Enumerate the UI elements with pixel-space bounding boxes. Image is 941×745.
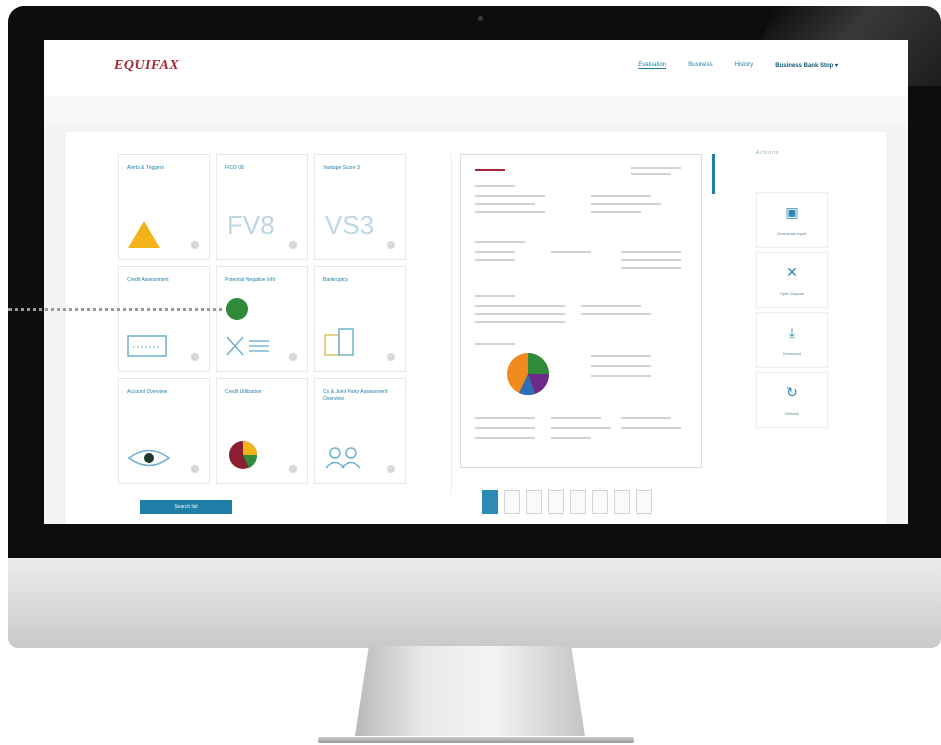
tile-negative-info[interactable]: Potential Negative Info bbox=[216, 266, 308, 372]
tile-title: Co & Joint Party Assessment Overview bbox=[323, 389, 388, 402]
tile-credit-utilization[interactable]: Credit Utilization bbox=[216, 378, 308, 484]
eye-icon bbox=[127, 449, 171, 467]
tile-alerts-triggers[interactable]: Alerts & Triggers bbox=[118, 154, 210, 260]
page-thumb[interactable] bbox=[614, 490, 630, 514]
info-icon[interactable] bbox=[191, 241, 199, 249]
info-icon[interactable] bbox=[191, 465, 199, 473]
tile-title: Credit Assessment bbox=[127, 277, 169, 283]
panel-divider bbox=[451, 154, 452, 494]
cross-icon: ✕ bbox=[786, 264, 798, 280]
top-nav: Evaluation Business History Business Ban… bbox=[638, 62, 838, 69]
user-menu[interactable]: Business Bank Stop ▾ bbox=[775, 62, 838, 69]
action-download-report[interactable]: ▣ Download report bbox=[756, 192, 828, 248]
nav-evaluation[interactable]: Evaluation bbox=[638, 62, 667, 69]
score-code: FV8 bbox=[227, 210, 275, 240]
people-icon bbox=[325, 447, 361, 469]
report-pie-chart bbox=[507, 353, 550, 396]
info-icon[interactable] bbox=[289, 241, 297, 249]
download-icon: ⤓ bbox=[788, 324, 796, 340]
tile-account-overview[interactable]: Account Overview bbox=[118, 378, 210, 484]
callout-dot bbox=[226, 298, 248, 320]
refresh-icon: ↻ bbox=[786, 384, 798, 400]
search-button[interactable]: Search list bbox=[140, 500, 232, 514]
tile-joint-party[interactable]: Co & Joint Party Assessment Overview bbox=[314, 378, 406, 484]
page-thumb[interactable] bbox=[526, 490, 542, 514]
tile-title: Account Overview bbox=[127, 389, 168, 395]
info-icon[interactable] bbox=[387, 241, 395, 249]
top-bar: EQUIFAX Evaluation Business History Busi… bbox=[44, 40, 908, 97]
action-label: Download report bbox=[777, 231, 807, 236]
action-label: Open Dispute bbox=[779, 291, 805, 296]
score-code: VS3 bbox=[325, 210, 375, 240]
page-thumb[interactable] bbox=[504, 490, 520, 514]
page-thumb[interactable] bbox=[548, 490, 564, 514]
info-icon[interactable] bbox=[289, 353, 297, 361]
pie-chart-icon bbox=[229, 441, 258, 469]
tile-credit-assessment[interactable]: Credit Assessment bbox=[118, 266, 210, 372]
building-icon bbox=[324, 328, 354, 356]
sub-bar bbox=[44, 96, 908, 126]
checkbook-icon bbox=[127, 335, 167, 357]
info-icon[interactable] bbox=[289, 465, 297, 473]
monitor-chin bbox=[8, 558, 941, 648]
nav-business[interactable]: Business bbox=[688, 62, 712, 69]
monitor: EQUIFAX Evaluation Business History Busi… bbox=[8, 6, 941, 648]
page-thumb[interactable] bbox=[592, 490, 608, 514]
monitor-foot bbox=[318, 737, 634, 743]
info-icon[interactable] bbox=[387, 353, 395, 361]
camera-icon bbox=[478, 16, 483, 21]
action-download[interactable]: ⤓ Download bbox=[756, 312, 828, 368]
page-thumb[interactable] bbox=[482, 490, 498, 514]
action-label: Refresh bbox=[784, 411, 799, 416]
tile-fico[interactable]: FICO 08 FV8 bbox=[216, 154, 308, 260]
tile-title: Vantage Score 3 bbox=[323, 165, 360, 171]
tile-title: Potential Negative Info bbox=[225, 277, 276, 283]
info-icon[interactable] bbox=[387, 465, 395, 473]
page-thumb[interactable] bbox=[570, 490, 586, 514]
nav-history[interactable]: History bbox=[735, 62, 754, 69]
actions-title: Actions bbox=[756, 150, 780, 156]
tile-bankruptcy[interactable]: Bankruptcy bbox=[314, 266, 406, 372]
action-label: Download bbox=[783, 351, 801, 356]
tile-title: Alerts & Triggers bbox=[127, 165, 164, 171]
monitor-bezel: EQUIFAX Evaluation Business History Busi… bbox=[8, 6, 941, 558]
action-open-dispute[interactable]: ✕ Open Dispute bbox=[756, 252, 828, 308]
file-icon: ▣ bbox=[785, 204, 799, 220]
tile-vantage[interactable]: Vantage Score 3 VS3 bbox=[314, 154, 406, 260]
tile-title: Credit Utilization bbox=[225, 389, 262, 395]
info-icon[interactable] bbox=[191, 353, 199, 361]
warning-triangle-icon bbox=[128, 221, 160, 248]
page-thumbnails bbox=[482, 490, 652, 514]
action-refresh[interactable]: ↻ Refresh bbox=[756, 372, 828, 428]
report-preview[interactable] bbox=[460, 154, 702, 468]
screen: EQUIFAX Evaluation Business History Busi… bbox=[44, 40, 908, 524]
page-thumb[interactable] bbox=[636, 490, 652, 514]
tile-title: Bankruptcy bbox=[323, 277, 349, 283]
callout-leader-line bbox=[8, 308, 230, 311]
x-list-icon bbox=[226, 336, 269, 356]
equifax-logo[interactable]: EQUIFAX bbox=[114, 58, 179, 74]
main-content: Alerts & Triggers FICO 08 FV8 Vantage Sc… bbox=[66, 132, 886, 524]
monitor-stand bbox=[355, 646, 585, 736]
preview-scrollbar[interactable] bbox=[712, 154, 715, 194]
tile-title: FICO 08 bbox=[225, 165, 244, 171]
